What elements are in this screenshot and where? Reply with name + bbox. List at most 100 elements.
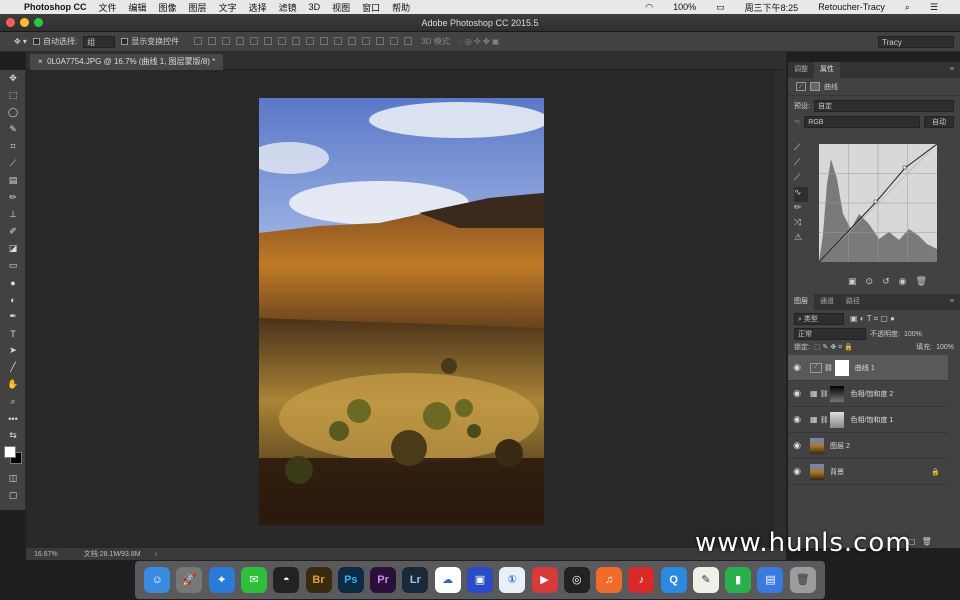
keynote-icon[interactable]: ▤	[757, 567, 784, 593]
panel-menu-icon[interactable]: ≡	[944, 62, 960, 78]
clipping-icon[interactable]: ⚠	[794, 232, 808, 247]
mask-thumb[interactable]	[834, 359, 849, 376]
lasso-tool-icon[interactable]: ◯	[0, 104, 26, 121]
curve-point-icon[interactable]: ∿	[794, 187, 808, 202]
menu-edit[interactable]: 编辑	[129, 1, 147, 14]
eyedropper-tool-icon[interactable]: ⟋	[0, 155, 26, 172]
finder-icon[interactable]: ☺	[144, 567, 171, 593]
zoom-icon[interactable]	[34, 18, 43, 27]
visibility-icon[interactable]: ◉	[899, 276, 907, 287]
netease-music-icon[interactable]: ♪	[628, 567, 655, 593]
wifi-icon[interactable]: ◠	[645, 2, 653, 13]
crop-tool-icon[interactable]: ⌗	[0, 138, 26, 155]
xiami-icon[interactable]: ♫	[596, 567, 623, 593]
baidu-cloud-icon[interactable]: ☁	[434, 567, 461, 593]
align-icons[interactable]	[191, 36, 415, 47]
safari-icon[interactable]: ⌖	[208, 567, 235, 593]
screen-mode-icon[interactable]: ▢	[0, 487, 26, 504]
delete-icon[interactable]: 🗑	[915, 276, 926, 287]
qq-icon[interactable]: ◓	[273, 567, 300, 593]
more-tools-icon[interactable]: •••	[0, 410, 26, 427]
wechat-icon[interactable]: ✉	[240, 567, 267, 593]
tab-channels[interactable]: 通道	[814, 294, 840, 310]
app-1-icon[interactable]: ①	[499, 567, 526, 593]
trash-icon[interactable]: 🗑	[789, 567, 816, 593]
numbers-icon[interactable]: ▮	[725, 567, 752, 593]
quick-mask-icon[interactable]: ◫	[0, 470, 26, 487]
pencil-icon[interactable]: ✏	[794, 202, 808, 217]
textedit-icon[interactable]: ✎	[692, 567, 719, 593]
menu-type[interactable]: 文字	[219, 1, 237, 14]
auto-select-checkbox[interactable]: 自动选择:	[32, 36, 77, 47]
clock[interactable]: 周三下午8:25	[745, 1, 799, 14]
tab-adjustments[interactable]: 调整	[788, 62, 814, 78]
swap-colors-icon[interactable]: ⇆	[0, 427, 26, 444]
link-icon[interactable]: ⛓	[820, 416, 829, 424]
eye-icon[interactable]: ◉	[788, 414, 806, 425]
layer-thumb[interactable]	[810, 463, 824, 480]
foreground-color[interactable]	[4, 446, 16, 458]
blend-mode-dropdown[interactable]: 正常	[794, 328, 866, 340]
obs-icon[interactable]: ◎	[563, 567, 590, 593]
eye-icon[interactable]: ◉	[788, 440, 806, 451]
link-icon[interactable]: ⛓	[820, 390, 829, 398]
menu-help[interactable]: 帮助	[392, 1, 410, 14]
healing-tool-icon[interactable]: ▤	[0, 172, 26, 189]
document-tab[interactable]: × 0L0A7754.JPG @ 16.7% (曲线 1, 图层蒙版/8) *	[30, 54, 224, 70]
menu-image[interactable]: 图像	[159, 1, 177, 14]
hand-tool-icon[interactable]: ✋	[0, 376, 26, 393]
layer-row[interactable]: ◉ ⟋ ⛓ 曲线 1	[788, 355, 948, 381]
vertical-scrollbar[interactable]	[774, 70, 786, 548]
mask-thumb[interactable]	[830, 411, 845, 428]
media-app-icon[interactable]: ▣	[466, 567, 493, 593]
qq-browser-icon[interactable]: Q	[660, 567, 687, 593]
mask-icon[interactable]	[810, 82, 820, 91]
zoom-tool-icon[interactable]: ⌕	[0, 393, 26, 410]
video-app-icon[interactable]: ▶	[531, 567, 558, 593]
eye-icon[interactable]: ◉	[788, 466, 806, 477]
history-brush-tool-icon[interactable]: ✐	[0, 223, 26, 240]
bridge-icon[interactable]: Br	[305, 567, 332, 593]
menu-app[interactable]: Photoshop CC	[24, 2, 87, 12]
menu-3d[interactable]: 3D	[309, 2, 321, 12]
channel-dropdown[interactable]: RGB	[804, 116, 920, 128]
premiere-icon[interactable]: Pr	[370, 567, 397, 593]
canvas-area[interactable]	[26, 70, 774, 548]
tab-paths[interactable]: 路径	[840, 294, 866, 310]
preset-dropdown[interactable]: 自定	[813, 100, 954, 112]
link-icon[interactable]: ⛓	[824, 364, 833, 372]
menu-view[interactable]: 视图	[332, 1, 350, 14]
eye-icon[interactable]: ◉	[788, 362, 806, 373]
tab-properties[interactable]: 属性	[814, 62, 840, 78]
3d-icons[interactable]: ◌ ◎ ✣ ✤ ▣	[458, 37, 500, 46]
delete-layer-icon[interactable]: 🗑	[922, 537, 932, 546]
menu-window[interactable]: 窗口	[362, 1, 380, 14]
layer-row[interactable]: ◉ ▦ ⛓ 色相/饱和度 2	[788, 381, 948, 407]
show-transform-checkbox[interactable]: 显示变换控件	[121, 36, 179, 47]
tab-close-icon[interactable]: ×	[38, 57, 43, 66]
clip-layer-icon[interactable]: ▣	[848, 276, 857, 287]
mask-thumb[interactable]	[830, 385, 845, 402]
lock-icons[interactable]: ⬚ ✎ ✥ ⌗ 🔒	[814, 343, 853, 352]
lightroom-icon[interactable]: Lr	[402, 567, 429, 593]
layers-menu-icon[interactable]: ≡	[944, 294, 960, 310]
reset-icon[interactable]: ↺	[882, 276, 890, 287]
quick-select-tool-icon[interactable]: ✎	[0, 121, 26, 138]
path-select-tool-icon[interactable]: ➤	[0, 342, 26, 359]
view-previous-icon[interactable]: ⊙	[866, 276, 874, 287]
curves-graph[interactable]	[819, 144, 937, 262]
status-arrow-icon[interactable]: ›	[155, 551, 157, 558]
blur-tool-icon[interactable]: ●	[0, 274, 26, 291]
stamp-tool-icon[interactable]: ⊥	[0, 206, 26, 223]
layer-thumb[interactable]	[810, 437, 824, 454]
filter-icons[interactable]: ▣ ◐ T ⌗ ▢ ●	[850, 314, 895, 324]
photoshop-icon[interactable]: Ps	[337, 567, 364, 593]
auto-select-dropdown[interactable]: 组	[83, 35, 116, 48]
color-swatches[interactable]	[0, 444, 25, 470]
smooth-icon[interactable]: ⤨	[794, 217, 808, 232]
eraser-tool-icon[interactable]: ◪	[0, 240, 26, 257]
fill-value[interactable]: 100%	[936, 344, 954, 351]
workspace-dropdown[interactable]: Tracy	[878, 36, 954, 48]
line-tool-icon[interactable]: ╱	[0, 359, 26, 376]
filter-dropdown[interactable]: ⌕ 类型	[794, 313, 844, 325]
